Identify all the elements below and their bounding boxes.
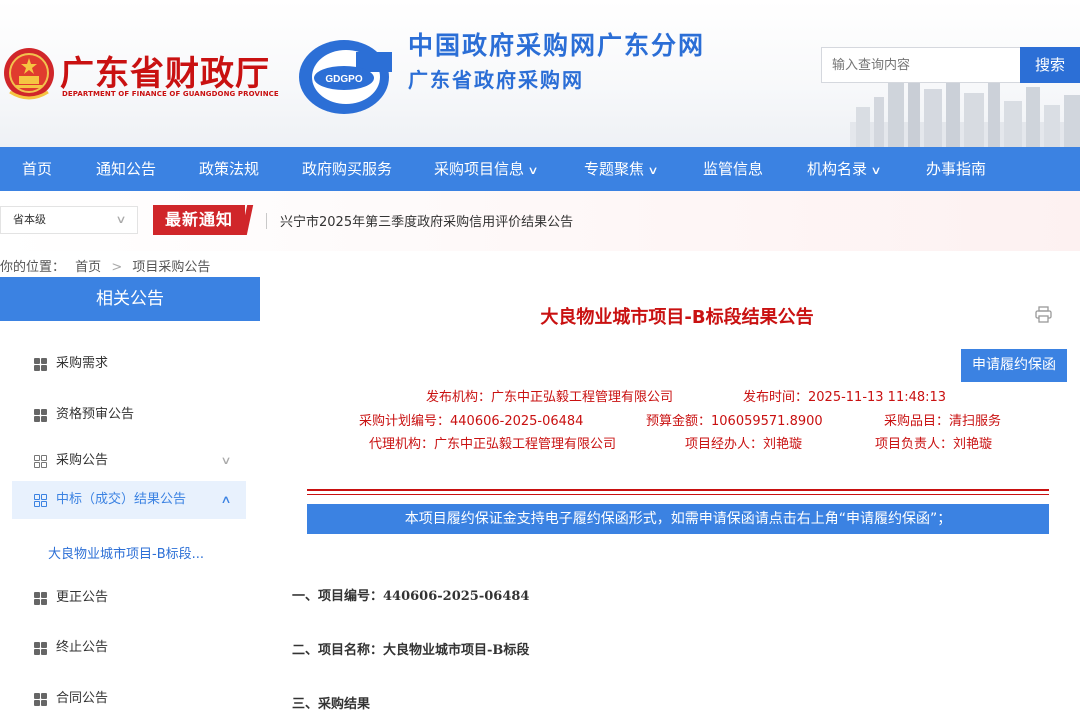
meta-publish-time: 发布时间：2025-11-13 11:48:13 — [743, 390, 947, 405]
site-title-primary: 中国政府采购网广东分网 — [408, 31, 706, 60]
nav-label: 机构名录 — [807, 160, 868, 178]
nav-label: 采购项目信息 — [434, 160, 525, 178]
sidebar-item-label: 采购需求 — [56, 356, 109, 371]
guarantee-info-banner: 本项目履约保证金支持电子履约保函形式，如需申请保函请点击右上角“申请履约保函”； — [307, 504, 1049, 534]
meta-publisher: 发布机构：广东中正弘毅工程管理有限公司 — [426, 390, 674, 405]
nav-item-gov-services[interactable]: 政府购买服务 — [302, 147, 392, 191]
article-panel: 大良物业城市项目-B标段结果公告 申请履约保函 发布机构：广东中正弘毅工程管理有… — [274, 277, 1080, 721]
breadcrumb-home[interactable]: 首页 — [75, 260, 101, 275]
gdgpo-logo-icon[interactable]: GDGPO — [296, 38, 392, 116]
chevron-down-icon: ∨ — [115, 213, 127, 226]
sidebar-item-label: 更正公告 — [56, 590, 109, 605]
chevron-down-icon: ∨ — [870, 164, 882, 177]
meta-manager: 项目负责人：刘艳璇 — [875, 437, 993, 452]
divider-line — [307, 494, 1049, 495]
apply-guarantee-button[interactable]: 申请履约保函 — [961, 349, 1067, 382]
breadcrumb-separator-icon: > — [111, 260, 123, 275]
sidebar-subitem-current-project[interactable]: 大良物业城市项目-B标段... — [48, 543, 204, 562]
nav-item-notices[interactable]: 通知公告 — [96, 147, 156, 191]
grid-icon — [34, 455, 48, 468]
chevron-down-icon: ∨ — [220, 454, 232, 467]
search-button[interactable]: 搜索 — [1020, 47, 1080, 83]
level-select[interactable]: 省本级 ∨ — [0, 206, 138, 234]
sidebar-item-label: 资格预审公告 — [56, 407, 135, 422]
section-result: 三、采购结果 — [292, 697, 371, 712]
sidebar: 相关公告 采购需求 资格预审公告 采购公告 ∨ 中标（成交）结果公告 ∧ 大良物… — [0, 277, 260, 721]
notice-bar: 省本级 ∨ 最新通知 兴宁市2025年第三季度政府采购信用评价结果公告 — [0, 191, 1080, 251]
dept-name: 广东省财政厅 — [60, 54, 270, 94]
grid-icon — [34, 693, 48, 706]
grid-icon — [34, 409, 48, 422]
nav-item-home[interactable]: 首页 — [22, 147, 52, 191]
nav-item-policies[interactable]: 政策法规 — [199, 147, 259, 191]
sidebar-item-contract[interactable]: 合同公告 — [12, 680, 246, 718]
emblem-icon — [4, 48, 54, 100]
main-nav: 首页 通知公告 政策法规 政府购买服务 采购项目信息 ∨ 专题聚焦 ∨ 监管信息 机… — [0, 147, 1080, 191]
nav-item-supervision[interactable]: 监管信息 — [703, 147, 763, 191]
site-header: 广东省财政厅 DEPARTMENT OF FINANCE OF GUANGDON… — [0, 0, 1080, 147]
meta-agency: 代理机构：广东中正弘毅工程管理有限公司 — [369, 437, 617, 452]
sidebar-item-prequalification[interactable]: 资格预审公告 — [12, 396, 246, 434]
sidebar-item-procurement-notice[interactable]: 采购公告 ∨ — [12, 442, 246, 480]
breadcrumb-prefix: 你的位置： — [0, 260, 66, 275]
grid-icon — [34, 494, 48, 507]
nav-label: 首页 — [22, 160, 53, 178]
nav-item-procurement-info[interactable]: 采购项目信息 ∨ — [434, 147, 539, 191]
chevron-down-icon: ∨ — [527, 164, 539, 177]
nav-item-topics[interactable]: 专题聚焦 ∨ — [584, 147, 659, 191]
nav-label: 政府购买服务 — [302, 160, 393, 178]
nav-label: 政策法规 — [199, 160, 260, 178]
nav-item-guide[interactable]: 办事指南 — [926, 147, 986, 191]
nav-label: 通知公告 — [96, 160, 157, 178]
meta-budget: 预算金额：106059571.8900 — [646, 414, 823, 429]
logo-text: GDGPO — [325, 74, 362, 85]
grid-icon — [34, 592, 48, 605]
chevron-up-icon: ∧ — [220, 493, 232, 506]
search-input[interactable] — [821, 47, 1021, 83]
page-title: 大良物业城市项目-B标段结果公告 — [540, 307, 814, 328]
meta-plan-no: 采购计划编号：440606-2025-06484 — [359, 414, 584, 429]
level-select-value: 省本级 — [13, 213, 46, 226]
notice-divider — [266, 213, 267, 229]
nav-label: 监管信息 — [703, 160, 764, 178]
sidebar-item-label: 终止公告 — [56, 640, 109, 655]
nav-label: 办事指南 — [926, 160, 987, 178]
meta-handler: 项目经办人：刘艳璇 — [685, 437, 803, 452]
section-project-name: 二、项目名称：大良物业城市项目-B标段 — [292, 643, 530, 658]
site-title-secondary: 广东省政府采购网 — [408, 68, 584, 92]
latest-notice-badge: 最新通知 — [153, 205, 245, 235]
sidebar-item-label: 中标（成交）结果公告 — [56, 492, 187, 507]
sidebar-item-label: 采购公告 — [56, 453, 109, 468]
section-project-no: 一、项目编号：440606-2025-06484 — [292, 589, 530, 604]
print-icon[interactable] — [1035, 306, 1052, 323]
latest-notice-link[interactable]: 兴宁市2025年第三季度政府采购信用评价结果公告 — [280, 211, 573, 230]
breadcrumb-current[interactable]: 项目采购公告 — [132, 260, 210, 275]
chevron-down-icon: ∨ — [647, 164, 659, 177]
dept-name-en: DEPARTMENT OF FINANCE OF GUANGDONG PROVI… — [62, 90, 279, 98]
meta-category: 采购品目：清扫服务 — [884, 414, 1002, 429]
breadcrumb: 你的位置： 首页 > 项目采购公告 — [0, 256, 216, 275]
divider-line — [307, 489, 1049, 491]
sidebar-item-award-result[interactable]: 中标（成交）结果公告 ∧ — [12, 481, 246, 519]
nav-item-directory[interactable]: 机构名录 ∨ — [807, 147, 882, 191]
sidebar-item-requirements[interactable]: 采购需求 — [12, 345, 246, 383]
grid-icon — [34, 642, 48, 655]
sidebar-title: 相关公告 — [0, 277, 260, 321]
sidebar-item-label: 合同公告 — [56, 691, 109, 706]
sidebar-item-correction[interactable]: 更正公告 — [12, 579, 246, 617]
grid-icon — [34, 358, 48, 371]
nav-label: 专题聚焦 — [584, 160, 645, 178]
sidebar-item-termination[interactable]: 终止公告 — [12, 629, 246, 667]
